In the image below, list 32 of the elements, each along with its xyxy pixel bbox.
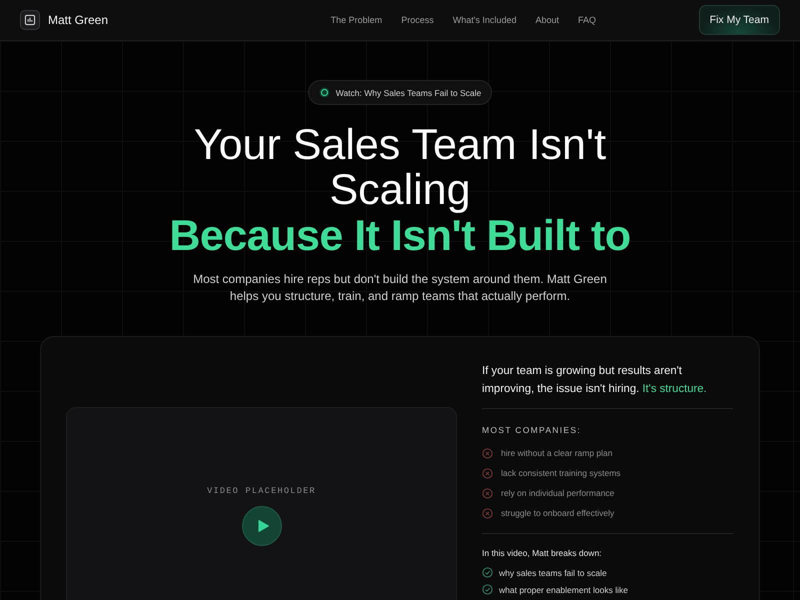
video-label: VIDEO PLACEHOLDER: [207, 486, 316, 496]
check-circle-icon: [482, 584, 493, 595]
section-heading: MOST COMPANIES:: [482, 425, 582, 435]
intro-text: If your team is growing but results aren't improving, the issue isn't hiring. It's structure.: [482, 364, 708, 397]
headline: Your Sales Team Isn't Scaling: [192, 123, 608, 213]
bar-chart-icon: [20, 10, 40, 30]
x-circle-icon: [482, 488, 493, 498]
nav-link[interactable]: About: [535, 15, 559, 25]
list-item-text: what proper enablement looks like: [499, 584, 628, 594]
nav-link[interactable]: The Problem: [330, 15, 382, 25]
list-item-text: struggle to onboard effectively: [501, 508, 614, 518]
nav-link[interactable]: FAQ: [578, 15, 596, 25]
x-circle-icon: [482, 468, 493, 478]
nav-link[interactable]: Process: [401, 15, 434, 25]
video-badge[interactable]: Watch: Why Sales Teams Fail to Scale: [308, 80, 492, 105]
play-button[interactable]: [242, 506, 282, 546]
x-circle-icon: [482, 508, 493, 518]
section-heading: In this video, Matt breaks down:: [482, 548, 603, 558]
badge-text: Watch: Why Sales Teams Fail to Scale: [336, 88, 482, 98]
check-circle-icon: [482, 567, 493, 578]
target-icon: [318, 87, 330, 98]
brand-name: Matt Green: [48, 13, 108, 27]
headline-accent: Because It Isn't Built to: [169, 213, 631, 259]
x-circle-icon: [482, 448, 493, 458]
play-icon: [256, 519, 270, 533]
list-item-text: hire without a clear ramp plan: [501, 448, 613, 458]
nav-link[interactable]: What's Included: [452, 15, 516, 25]
list-item-text: lack consistent training systems: [501, 468, 621, 478]
subtitle: Most companies hire reps but don't build the system around them. Matt Green helps you structure, train, and ramp teams that actually perform.: [192, 271, 608, 305]
list-item-text: why sales teams fail to scale: [499, 568, 607, 578]
cta-button[interactable]: Fix My Team: [698, 5, 780, 35]
list-item-text: rely on individual performance: [501, 488, 614, 498]
